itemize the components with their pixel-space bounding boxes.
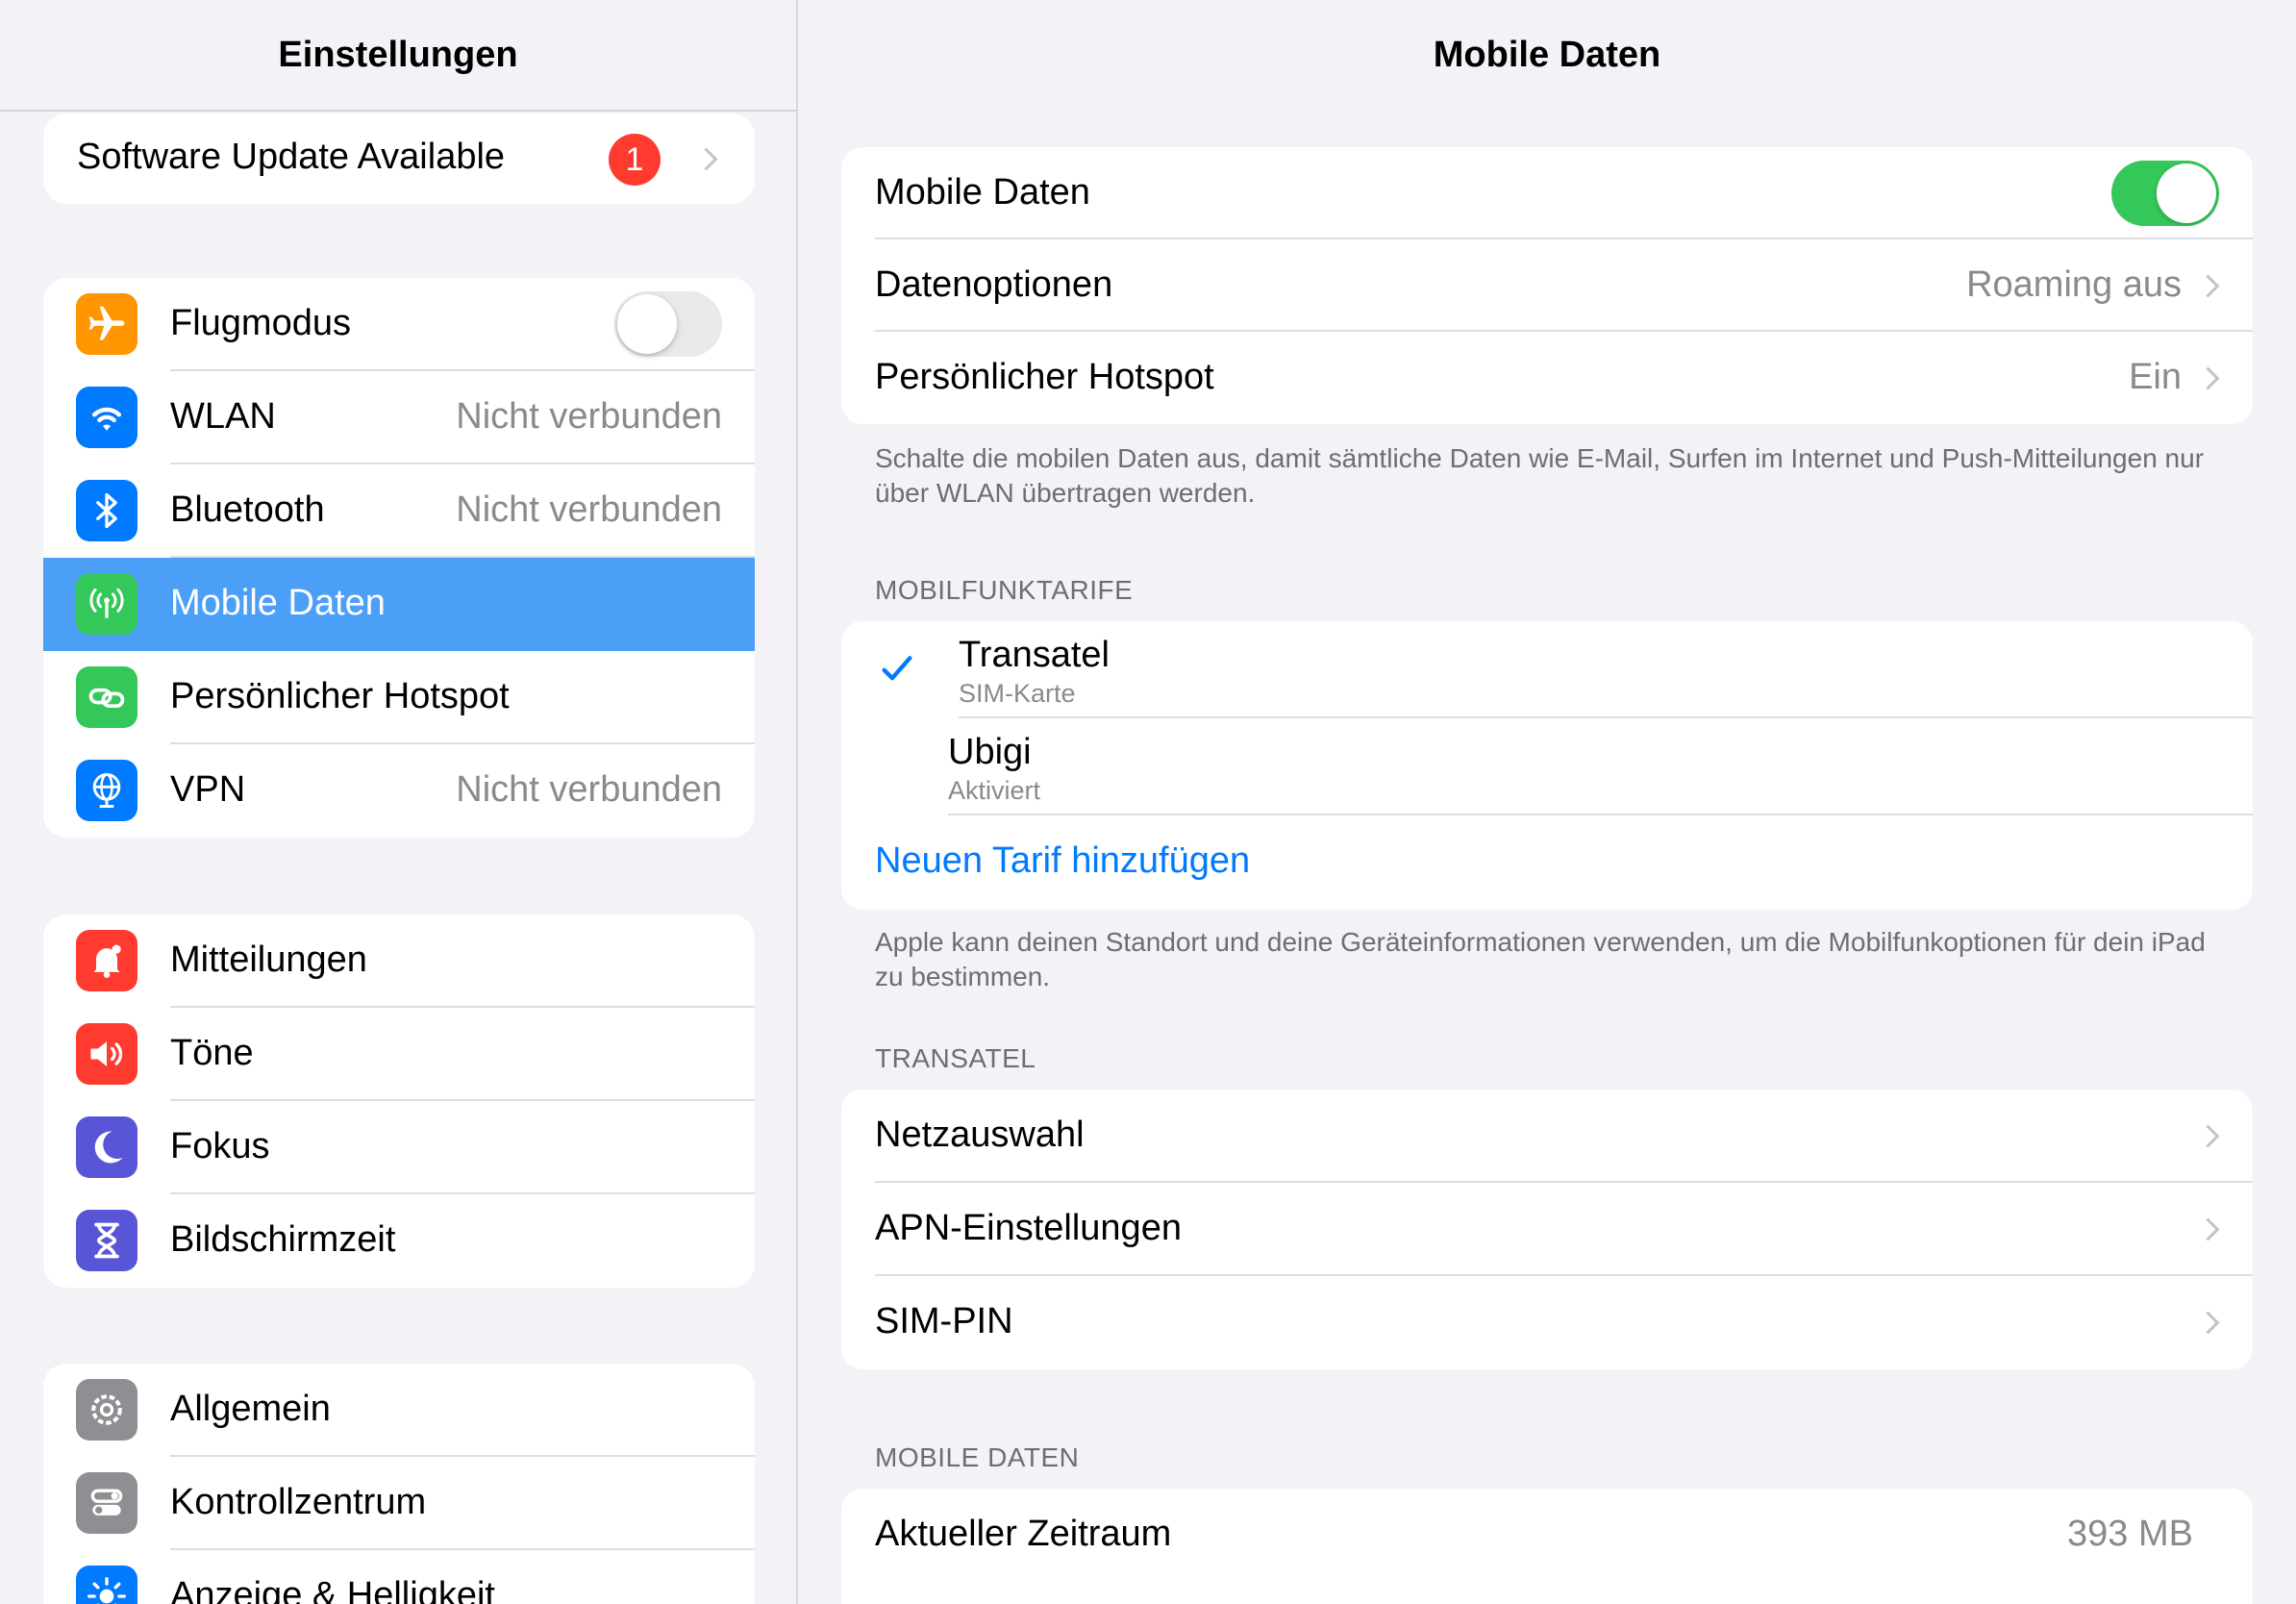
wifi-icon	[76, 387, 137, 448]
sidebar-item-label: Bluetooth	[170, 489, 325, 530]
page-title: Mobile Daten	[1433, 35, 1661, 75]
sidebar-item-label: VPN	[170, 769, 246, 810]
sidebar-item-label: Allgemein	[170, 1389, 331, 1429]
chevron-right-icon	[2196, 1311, 2220, 1335]
sidebar-item-fokus[interactable]: Fokus	[43, 1101, 755, 1194]
sidebar-item-kontrollzentrum[interactable]: Kontrollzentrum	[43, 1457, 755, 1550]
sim-pin-row[interactable]: SIM-PIN	[841, 1276, 2253, 1369]
plans-header: MOBILFUNKTARIFE	[875, 575, 1134, 605]
mobile-data-row: Mobile Daten	[841, 147, 2253, 239]
connectivity-group: Flugmodus WLAN Nicht verbunden Bluetooth…	[43, 278, 755, 838]
apn-settings-row[interactable]: APN-Einstellungen	[841, 1183, 2253, 1276]
network-selection-row[interactable]: Netzauswahl	[841, 1090, 2253, 1183]
hotspot-icon	[76, 666, 137, 728]
speaker-icon	[76, 1023, 137, 1085]
sidebar-header: Einstellungen	[0, 0, 796, 112]
sidebar-item-hotspot[interactable]: Persönlicher Hotspot	[43, 651, 755, 744]
transatel-group: Netzauswahl APN-Einstellungen SIM-PIN	[841, 1090, 2253, 1369]
sidebar-item-allgemein[interactable]: Allgemein	[43, 1364, 755, 1457]
sidebar-item-label: Mitteilungen	[170, 940, 367, 980]
gear-icon	[76, 1379, 137, 1441]
mobile-data-toggle[interactable]	[2111, 161, 2219, 226]
update-badge: 1	[609, 134, 661, 186]
sidebar-item-anzeige[interactable]: Anzeige & Helligkeit	[43, 1550, 755, 1604]
sidebar-item-vpn[interactable]: VPN Nicht verbunden	[43, 744, 755, 838]
data-options-value: Roaming aus	[1966, 264, 2182, 305]
plans-group: Transatel SIM-Karte Ubigi Aktiviert Neue…	[841, 621, 2253, 910]
moon-icon	[76, 1116, 137, 1178]
sidebar-item-label: Persönlicher Hotspot	[170, 676, 510, 716]
plan-status: Aktiviert	[948, 776, 1041, 805]
chevron-right-icon	[2196, 1124, 2220, 1148]
plan-name: Ubigi	[948, 732, 1032, 772]
bluetooth-icon	[76, 480, 137, 541]
airplane-icon	[76, 293, 137, 355]
sidebar-item-wlan[interactable]: WLAN Nicht verbunden	[43, 371, 755, 464]
sidebar-item-label: Töne	[170, 1033, 254, 1073]
sidebar-title: Einstellungen	[278, 35, 518, 75]
sidebar-item-flugmodus[interactable]: Flugmodus	[43, 278, 755, 371]
chevron-right-icon	[2196, 274, 2220, 298]
sidebar-item-label: Bildschirmzeit	[170, 1219, 396, 1260]
plans-footnote: Apple kann deinen Standort und deine Ger…	[875, 927, 2206, 991]
mobile-data-label: Mobile Daten	[875, 172, 1090, 213]
current-period-row: Aktueller Zeitraum 393 MB	[841, 1489, 2253, 1579]
hotspot-value: Ein	[2129, 357, 2182, 397]
sidebar-item-label: Flugmodus	[170, 303, 351, 343]
sidebar-item-toene[interactable]: Töne	[43, 1008, 755, 1101]
software-update-row[interactable]: Software Update Available 1	[43, 113, 755, 204]
data-options-label: Datenoptionen	[875, 264, 1113, 305]
hotspot-label: Persönlicher Hotspot	[875, 357, 1214, 397]
software-update-label: Software Update Available	[77, 137, 506, 177]
detail-pane: Mobile Daten Mobile Daten Datenoptionen …	[798, 0, 2296, 1604]
mobile-data-group: Mobile Daten Datenoptionen Roaming aus P…	[841, 147, 2253, 424]
airplane-mode-toggle[interactable]	[614, 291, 722, 357]
software-update-group: Software Update Available 1	[43, 113, 755, 204]
current-period-value: 393 MB	[2067, 1514, 2193, 1554]
plan-row-transatel[interactable]: Transatel SIM-Karte	[841, 621, 2253, 718]
plan-row-ubigi[interactable]: Ubigi Aktiviert	[841, 718, 2253, 815]
bell-icon	[76, 930, 137, 991]
checkmark-icon	[878, 650, 916, 693]
sidebar-item-bluetooth[interactable]: Bluetooth Nicht verbunden	[43, 464, 755, 558]
wlan-status: Nicht verbunden	[456, 396, 722, 437]
usage-header: MOBILE DATEN	[875, 1442, 1080, 1472]
sidebar: Einstellungen Software Update Available …	[0, 0, 798, 1604]
plan-status: SIM-Karte	[959, 679, 1076, 708]
sidebar-item-mobile-daten[interactable]: Mobile Daten	[43, 558, 755, 651]
notifications-group: Mitteilungen Töne Fokus Bildschirmzeit	[43, 915, 755, 1288]
sidebar-item-label: Fokus	[170, 1126, 270, 1166]
sim-pin-label: SIM-PIN	[875, 1301, 1013, 1341]
antenna-icon	[76, 573, 137, 635]
sidebar-item-label: Anzeige & Helligkeit	[170, 1575, 495, 1604]
apn-settings-label: APN-Einstellungen	[875, 1208, 1182, 1248]
sidebar-item-mitteilungen[interactable]: Mitteilungen	[43, 915, 755, 1008]
general-group: Allgemein Kontrollzentrum Anzeige & Hell…	[43, 1364, 755, 1604]
hourglass-icon	[76, 1210, 137, 1271]
hotspot-row[interactable]: Persönlicher Hotspot Ein	[841, 332, 2253, 424]
network-selection-label: Netzauswahl	[875, 1115, 1085, 1155]
usage-group: Aktueller Zeitraum 393 MB	[841, 1489, 2253, 1604]
chevron-right-icon	[694, 147, 718, 171]
bluetooth-status: Nicht verbunden	[456, 489, 722, 530]
transatel-header: TRANSATEL	[875, 1043, 1036, 1073]
add-plan-link[interactable]: Neuen Tarif hinzufügen	[875, 840, 1250, 882]
switches-icon	[76, 1472, 137, 1534]
mobile-data-footnote: Schalte die mobilen Daten aus, damit säm…	[875, 443, 2205, 508]
sidebar-item-label: WLAN	[170, 396, 276, 437]
data-options-row[interactable]: Datenoptionen Roaming aus	[841, 239, 2253, 332]
globe-icon	[76, 760, 137, 821]
sidebar-item-label: Mobile Daten	[170, 583, 386, 623]
vpn-status: Nicht verbunden	[456, 769, 722, 810]
chevron-right-icon	[2196, 366, 2220, 390]
sun-icon	[76, 1566, 137, 1604]
chevron-right-icon	[2196, 1217, 2220, 1241]
sidebar-item-bildschirmzeit[interactable]: Bildschirmzeit	[43, 1194, 755, 1288]
current-period-label: Aktueller Zeitraum	[875, 1514, 1172, 1554]
sidebar-item-label: Kontrollzentrum	[170, 1482, 427, 1522]
plan-name: Transatel	[959, 635, 1110, 675]
